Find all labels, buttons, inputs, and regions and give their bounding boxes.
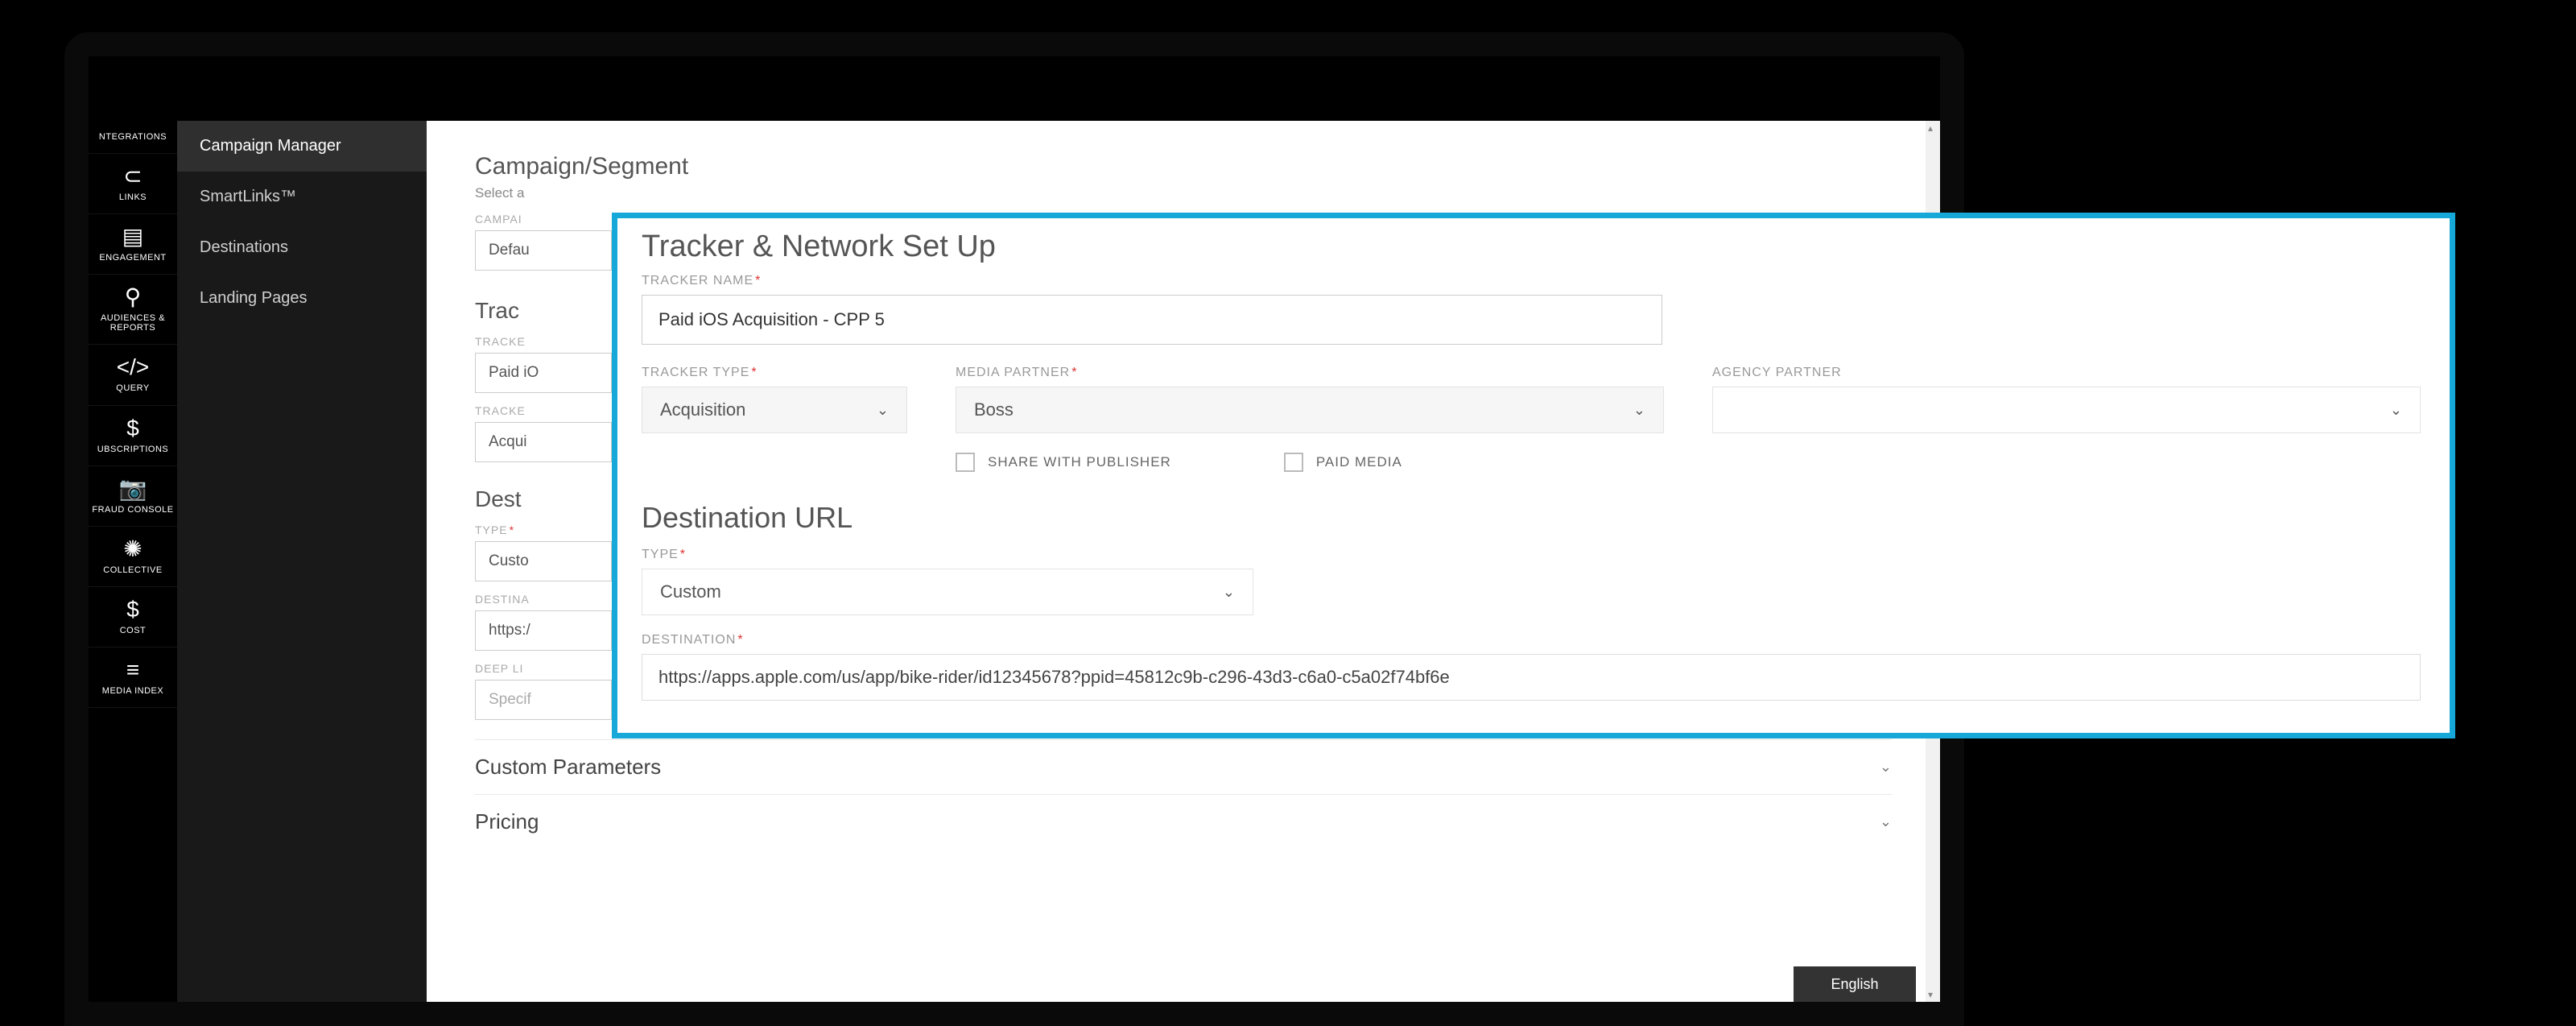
dest-type-label: TYPE*	[642, 548, 2425, 562]
media-index-icon: ≡	[126, 659, 139, 681]
rail-item-cost[interactable]: $ COST	[89, 587, 177, 647]
audiences-icon: ⚲	[125, 286, 142, 308]
rail-item-integrations[interactable]: NTEGRATIONS	[89, 121, 177, 154]
chevron-down-icon: ⌄	[1880, 759, 1892, 776]
deeplink-input-bg[interactable]: Specif	[475, 680, 612, 720]
query-icon: </>	[117, 356, 149, 379]
fraud-icon: 📷	[119, 478, 147, 500]
destination-url-title: Destination URL	[642, 501, 2425, 535]
rail-label: AUDIENCES & REPORTS	[92, 313, 174, 333]
subnav-landing-pages[interactable]: Landing Pages	[177, 273, 427, 324]
cost-icon: $	[126, 598, 139, 621]
campaign-segment-hint: Select a	[475, 185, 1892, 201]
rail-item-subscriptions[interactable]: $ UBSCRIPTIONS	[89, 406, 177, 466]
pricing-title: Pricing	[475, 809, 539, 834]
rail-label: MEDIA INDEX	[102, 686, 163, 696]
checkbox-icon	[1284, 453, 1303, 472]
subnav-campaign-manager[interactable]: Campaign Manager	[177, 121, 427, 172]
campaign-select[interactable]: Defau	[475, 230, 612, 271]
rail-item-links[interactable]: ⊂ LINKS	[89, 154, 177, 214]
rail-label: ENGAGEMENT	[99, 253, 166, 263]
language-selector[interactable]: English	[1794, 966, 1916, 1002]
chevron-down-icon: ⌄	[2390, 402, 2402, 419]
links-icon: ⊂	[123, 165, 142, 188]
rail-label: COLLECTIVE	[103, 565, 162, 575]
subnav: Campaign Manager SmartLinks™ Destination…	[177, 121, 427, 1002]
checkbox-icon	[956, 453, 975, 472]
collective-icon: ✺	[123, 538, 142, 561]
subnav-destinations[interactable]: Destinations	[177, 222, 427, 273]
tracker-name-input-bg[interactable]: Paid iO	[475, 353, 612, 393]
destination-input[interactable]	[642, 654, 2421, 701]
pricing-section[interactable]: Pricing ⌄	[475, 794, 1892, 849]
icon-rail: NTEGRATIONS ⊂ LINKS ▤ ENGAGEMENT ⚲ AUDIE…	[89, 121, 177, 1002]
rail-label: UBSCRIPTIONS	[97, 445, 169, 454]
tracker-name-label: TRACKER NAME*	[642, 274, 2425, 288]
rail-item-media-index[interactable]: ≡ MEDIA INDEX	[89, 647, 177, 708]
rail-item-collective[interactable]: ✺ COLLECTIVE	[89, 527, 177, 587]
rail-label: COST	[120, 626, 147, 635]
agency-partner-select[interactable]: ⌄	[1712, 387, 2421, 433]
tracker-type-label: TRACKER TYPE*	[642, 366, 907, 380]
media-partner-label: MEDIA PARTNER*	[956, 366, 1664, 380]
chevron-down-icon: ⌄	[1633, 402, 1645, 419]
chevron-down-icon: ⌄	[1223, 584, 1235, 601]
rail-label: NTEGRATIONS	[99, 132, 167, 142]
rail-label: QUERY	[116, 383, 149, 393]
dest-input-bg[interactable]: https:/	[475, 610, 612, 651]
tracker-name-input[interactable]	[642, 295, 1662, 345]
paid-media-checkbox[interactable]: PAID MEDIA	[1284, 453, 1402, 472]
custom-parameters-section[interactable]: Custom Parameters ⌄	[475, 739, 1892, 794]
chevron-down-icon: ⌄	[1880, 813, 1892, 830]
engagement-icon: ▤	[122, 225, 143, 248]
panel-title: Tracker & Network Set Up	[642, 230, 2425, 264]
rail-item-query[interactable]: </> QUERY	[89, 345, 177, 405]
paid-media-label: PAID MEDIA	[1316, 454, 1402, 470]
rail-item-fraud-console[interactable]: 📷 FRAUD CONSOLE	[89, 466, 177, 527]
destination-label: DESTINATION*	[642, 633, 2425, 647]
rail-label: LINKS	[119, 192, 147, 202]
tracker-type-select[interactable]: Acquisition ⌄	[642, 387, 907, 433]
rail-item-engagement[interactable]: ▤ ENGAGEMENT	[89, 214, 177, 275]
dest-type-select-bg[interactable]: Custo	[475, 541, 612, 581]
share-with-publisher-checkbox[interactable]: SHARE WITH PUBLISHER	[956, 453, 1171, 472]
share-with-publisher-label: SHARE WITH PUBLISHER	[988, 454, 1171, 470]
tracker-type-select-bg[interactable]: Acqui	[475, 422, 612, 462]
subnav-smartlinks[interactable]: SmartLinks™	[177, 172, 427, 222]
rail-item-audiences-reports[interactable]: ⚲ AUDIENCES & REPORTS	[89, 275, 177, 345]
agency-partner-label: AGENCY PARTNER	[1712, 366, 2421, 380]
tracker-network-setup-panel: Tracker & Network Set Up TRACKER NAME* T…	[612, 213, 2455, 738]
rail-label: FRAUD CONSOLE	[92, 505, 173, 515]
subscriptions-icon: $	[126, 417, 139, 440]
chevron-down-icon: ⌄	[877, 402, 889, 419]
campaign-segment-title: Campaign/Segment	[475, 153, 1892, 180]
custom-parameters-title: Custom Parameters	[475, 755, 661, 780]
dest-type-select[interactable]: Custom ⌄	[642, 569, 1253, 615]
media-partner-select[interactable]: Boss ⌄	[956, 387, 1664, 433]
